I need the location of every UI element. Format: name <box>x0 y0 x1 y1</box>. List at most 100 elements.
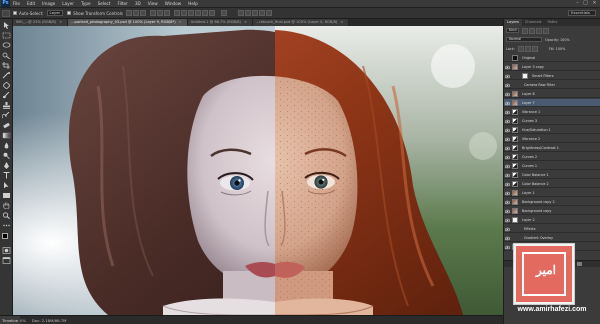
move-tool-icon[interactable] <box>2 22 11 29</box>
filter-adjustment-icon[interactable] <box>529 27 536 34</box>
layer-thumbnail[interactable] <box>512 145 518 151</box>
gradient-tool-icon[interactable] <box>2 132 11 139</box>
hand-tool-icon[interactable] <box>2 202 11 209</box>
auto-select-dropdown[interactable]: Layer <box>46 10 64 16</box>
align-middle-icon[interactable] <box>132 10 139 16</box>
layer-row[interactable]: Effects <box>504 225 600 233</box>
crop-tool-icon[interactable] <box>2 62 11 69</box>
eye-icon[interactable] <box>504 182 511 187</box>
healing-brush-tool-icon[interactable] <box>2 82 11 89</box>
eye-icon[interactable] <box>504 191 511 196</box>
layer-row[interactable]: Curves 2 <box>504 153 600 161</box>
eyedropper-tool-icon[interactable] <box>2 72 11 79</box>
align-top-icon[interactable] <box>125 10 132 16</box>
eye-icon[interactable] <box>504 227 511 232</box>
tab-paths[interactable]: Paths <box>545 19 561 26</box>
layer-name[interactable]: Vibrance 1 <box>522 108 540 116</box>
eye-icon[interactable] <box>504 65 511 70</box>
foreground-color-swatch[interactable] <box>2 233 8 239</box>
layer-name[interactable]: Layer 8 <box>522 90 535 98</box>
history-brush-tool-icon[interactable] <box>2 112 11 119</box>
layer-row[interactable]: Gradient Overlay <box>504 234 600 242</box>
layer-name[interactable]: Curves 3 <box>522 117 537 125</box>
eye-icon[interactable] <box>504 101 511 106</box>
eye-icon[interactable] <box>504 173 511 178</box>
filter-shape-icon[interactable] <box>543 27 550 34</box>
screen-mode-icon[interactable] <box>2 257 11 264</box>
layer-thumbnail[interactable] <box>512 217 518 223</box>
menu-select[interactable]: Select <box>98 1 111 6</box>
quick-select-tool-icon[interactable] <box>2 52 11 59</box>
menu-edit[interactable]: Edit <box>27 1 35 6</box>
distribute-bottom-icon[interactable] <box>187 10 194 16</box>
fill-field[interactable]: Fill: 100% <box>549 47 565 51</box>
timeline-tab[interactable]: Timeline <box>0 316 21 324</box>
menu-image[interactable]: Image <box>42 1 55 6</box>
maximize-icon[interactable]: □ <box>582 1 589 6</box>
3d-pan-icon[interactable] <box>251 10 258 16</box>
kind-filter-dropdown[interactable]: Kind <box>506 28 520 33</box>
layer-name[interactable]: Layer 1 <box>522 189 535 197</box>
layer-thumbnail[interactable] <box>512 100 518 106</box>
tab-layers[interactable]: Layers <box>504 19 522 26</box>
layer-row[interactable]: Layer 8 <box>504 90 600 98</box>
eye-icon[interactable] <box>504 128 511 133</box>
align-right-icon[interactable] <box>163 10 170 16</box>
align-center-icon[interactable] <box>156 10 163 16</box>
move-tool-preset-icon[interactable] <box>2 9 10 17</box>
distribute-right-icon[interactable] <box>208 10 215 16</box>
clone-stamp-tool-icon[interactable] <box>2 102 11 109</box>
layer-thumbnail[interactable] <box>512 109 518 115</box>
layer-name[interactable]: Hue/Saturation 1 <box>522 126 551 134</box>
layer-name[interactable]: Color Balance 1 <box>522 171 549 179</box>
more-tools-icon[interactable] <box>2 222 11 229</box>
layer-row[interactable]: Background copy 2 <box>504 198 600 206</box>
eye-icon[interactable] <box>504 119 511 124</box>
blend-mode-dropdown[interactable]: Normal <box>506 37 542 42</box>
layer-thumbnail[interactable] <box>512 199 518 205</box>
brush-tool-icon[interactable] <box>2 92 11 99</box>
layer-thumbnail[interactable] <box>512 118 518 124</box>
layer-row[interactable]: Vibrance 1 <box>504 108 600 116</box>
close-icon[interactable]: × <box>340 20 343 24</box>
close-icon[interactable]: × <box>179 20 182 24</box>
filter-type-icon[interactable] <box>536 27 543 34</box>
layer-thumbnail[interactable] <box>512 208 518 214</box>
layer-row[interactable]: Layer 7 <box>504 99 600 107</box>
3d-rotate-icon[interactable] <box>237 10 244 16</box>
menu-filter[interactable]: Filter <box>117 1 127 6</box>
layer-row[interactable]: Color Balance 1 <box>504 171 600 179</box>
rectangle-tool-icon[interactable] <box>2 192 11 199</box>
eye-icon[interactable] <box>504 155 511 160</box>
opacity-field[interactable]: Opacity: 100% <box>545 38 570 42</box>
layer-thumbnail[interactable] <box>512 190 518 196</box>
document-tab[interactable]: ...retouch_final.psd @ 100% (Layer 0, RG… <box>252 19 350 26</box>
layer-name[interactable]: Vibrance 2 <box>522 135 540 143</box>
auto-align-icon[interactable] <box>220 10 227 16</box>
lasso-tool-icon[interactable] <box>2 42 11 49</box>
pen-tool-icon[interactable] <box>2 162 11 169</box>
zoom-tool-icon[interactable] <box>2 212 11 219</box>
document-tab[interactable]: Untitled-1 @ 66.7% (RGB/8) × <box>187 19 253 26</box>
distribute-center-icon[interactable] <box>201 10 208 16</box>
auto-select-checkbox[interactable] <box>13 11 17 15</box>
eye-icon[interactable] <box>504 83 511 88</box>
layer-name[interactable]: Color Balance 2 <box>522 180 549 188</box>
layer-name[interactable]: Layer 2 <box>522 216 535 224</box>
layer-name[interactable]: Background copy 2 <box>522 198 555 206</box>
eye-icon[interactable] <box>504 236 511 241</box>
distribute-left-icon[interactable] <box>194 10 201 16</box>
menu-window[interactable]: Window <box>165 1 182 6</box>
layer-thumbnail[interactable] <box>512 163 518 169</box>
eye-icon[interactable] <box>504 110 511 115</box>
layer-row[interactable]: Color Balance 2 <box>504 180 600 188</box>
layer-thumbnail[interactable] <box>512 154 518 160</box>
layer-row[interactable]: Layer 3 copy <box>504 63 600 71</box>
layer-thumbnail[interactable] <box>512 55 518 61</box>
layer-name[interactable]: Curves 1 <box>522 162 537 170</box>
marquee-tool-icon[interactable] <box>2 32 11 39</box>
lock-position-icon[interactable] <box>524 45 531 52</box>
type-tool-icon[interactable] <box>2 172 11 179</box>
layer-row[interactable]: Background copy <box>504 207 600 215</box>
close-icon[interactable]: × <box>591 1 598 6</box>
